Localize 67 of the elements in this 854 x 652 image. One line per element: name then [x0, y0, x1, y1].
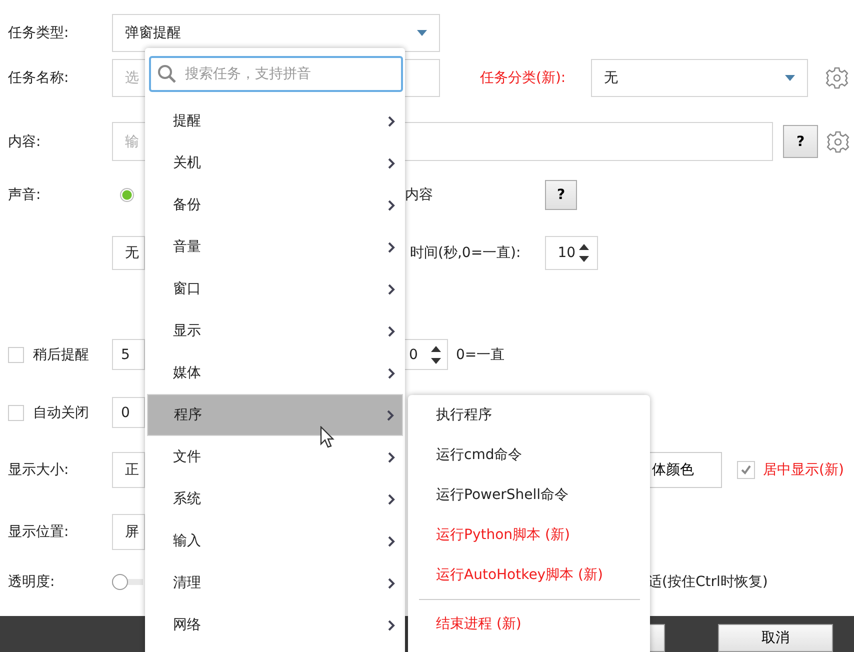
- spin-arrows-icon: [578, 243, 589, 263]
- chevron-icon: [388, 578, 395, 588]
- auto-close-field[interactable]: 0: [112, 397, 145, 428]
- chevron-icon: [388, 494, 395, 504]
- menu-item[interactable]: 清理: [147, 562, 403, 604]
- task-type-dropdown[interactable]: 弹窗提醒: [112, 14, 440, 52]
- chevron-icon: [388, 368, 395, 378]
- menu-item[interactable]: 媒体: [147, 352, 403, 394]
- caret-icon: [417, 30, 427, 36]
- checkbox[interactable]: [8, 404, 24, 420]
- field-label: 显示位置:: [8, 523, 70, 541]
- field-label: 任务分类(新):: [480, 69, 567, 87]
- caret-icon: [785, 75, 795, 81]
- chevron-icon: [388, 200, 395, 210]
- chevron-icon: [388, 284, 395, 294]
- menu-item[interactable]: 网络: [147, 604, 403, 646]
- duration-spinner[interactable]: 10: [544, 236, 598, 270]
- menu-item[interactable]: 程序: [147, 394, 403, 436]
- field-label: 任务名称:: [8, 69, 70, 87]
- checkbox-label: 稍后提醒: [33, 346, 90, 364]
- menu-item[interactable]: 系统: [147, 478, 403, 520]
- checkbox-label: 居中显示(新): [763, 461, 844, 479]
- help-button[interactable]: ?: [545, 180, 577, 210]
- checkbox-label: 自动关闭: [33, 404, 90, 422]
- menu-item[interactable]: 备份: [147, 184, 403, 226]
- chevron-icon: [388, 158, 395, 168]
- menu-item[interactable]: 输入: [147, 520, 403, 562]
- cancel-button[interactable]: 取消: [718, 624, 833, 652]
- position-dropdown[interactable]: 屏: [112, 514, 145, 550]
- settings-icon[interactable]: [825, 66, 849, 90]
- snooze-field[interactable]: 5: [112, 339, 145, 370]
- chevron-icon: [388, 620, 395, 630]
- field-label: 任务类型:: [8, 24, 70, 42]
- category-dropdown[interactable]: 无: [591, 59, 808, 97]
- search-icon: [157, 64, 177, 84]
- help-button[interactable]: ?: [783, 125, 818, 158]
- sound-dropdown[interactable]: 无: [112, 236, 145, 270]
- field-label: 内容:: [8, 132, 42, 150]
- menu-item[interactable]: 窗口: [147, 268, 403, 310]
- chevron-icon: [388, 326, 395, 336]
- chevron-icon: [388, 116, 395, 126]
- menu-item[interactable]: 执行程序: [408, 395, 650, 435]
- menu-item[interactable]: 运行AutoHotkey脚本 (新): [408, 555, 650, 595]
- slider-thumb[interactable]: [112, 574, 128, 590]
- menu-item[interactable]: 显示: [147, 310, 403, 352]
- option-label: 内容: [405, 186, 433, 204]
- chevron-icon: [388, 536, 395, 546]
- chevron-icon: [388, 452, 395, 462]
- hint-text: 0=一直: [456, 346, 505, 364]
- menu-item[interactable]: 运行Python脚本 (新): [408, 515, 650, 555]
- chevron-icon: [388, 242, 395, 252]
- menu-item[interactable]: 文件: [147, 436, 403, 478]
- radio-button[interactable]: [120, 188, 134, 202]
- field-label: 透明度:: [8, 573, 56, 591]
- duration-label: 时间(秒,0=一直):: [410, 244, 521, 262]
- checkbox[interactable]: [737, 461, 755, 479]
- menu-item[interactable]: 结束进程 (新): [419, 599, 640, 643]
- field-label: 声音:: [8, 186, 42, 204]
- field-label: 显示大小:: [8, 461, 70, 479]
- menu-item[interactable]: 音量: [147, 226, 403, 268]
- check-icon: [739, 463, 753, 477]
- size-dropdown[interactable]: 正: [112, 452, 145, 488]
- spin-arrows-icon: [431, 344, 441, 364]
- cursor-icon: [320, 426, 336, 450]
- settings-icon[interactable]: [826, 130, 850, 154]
- checkbox[interactable]: [8, 346, 24, 362]
- chevron-icon: [387, 410, 394, 420]
